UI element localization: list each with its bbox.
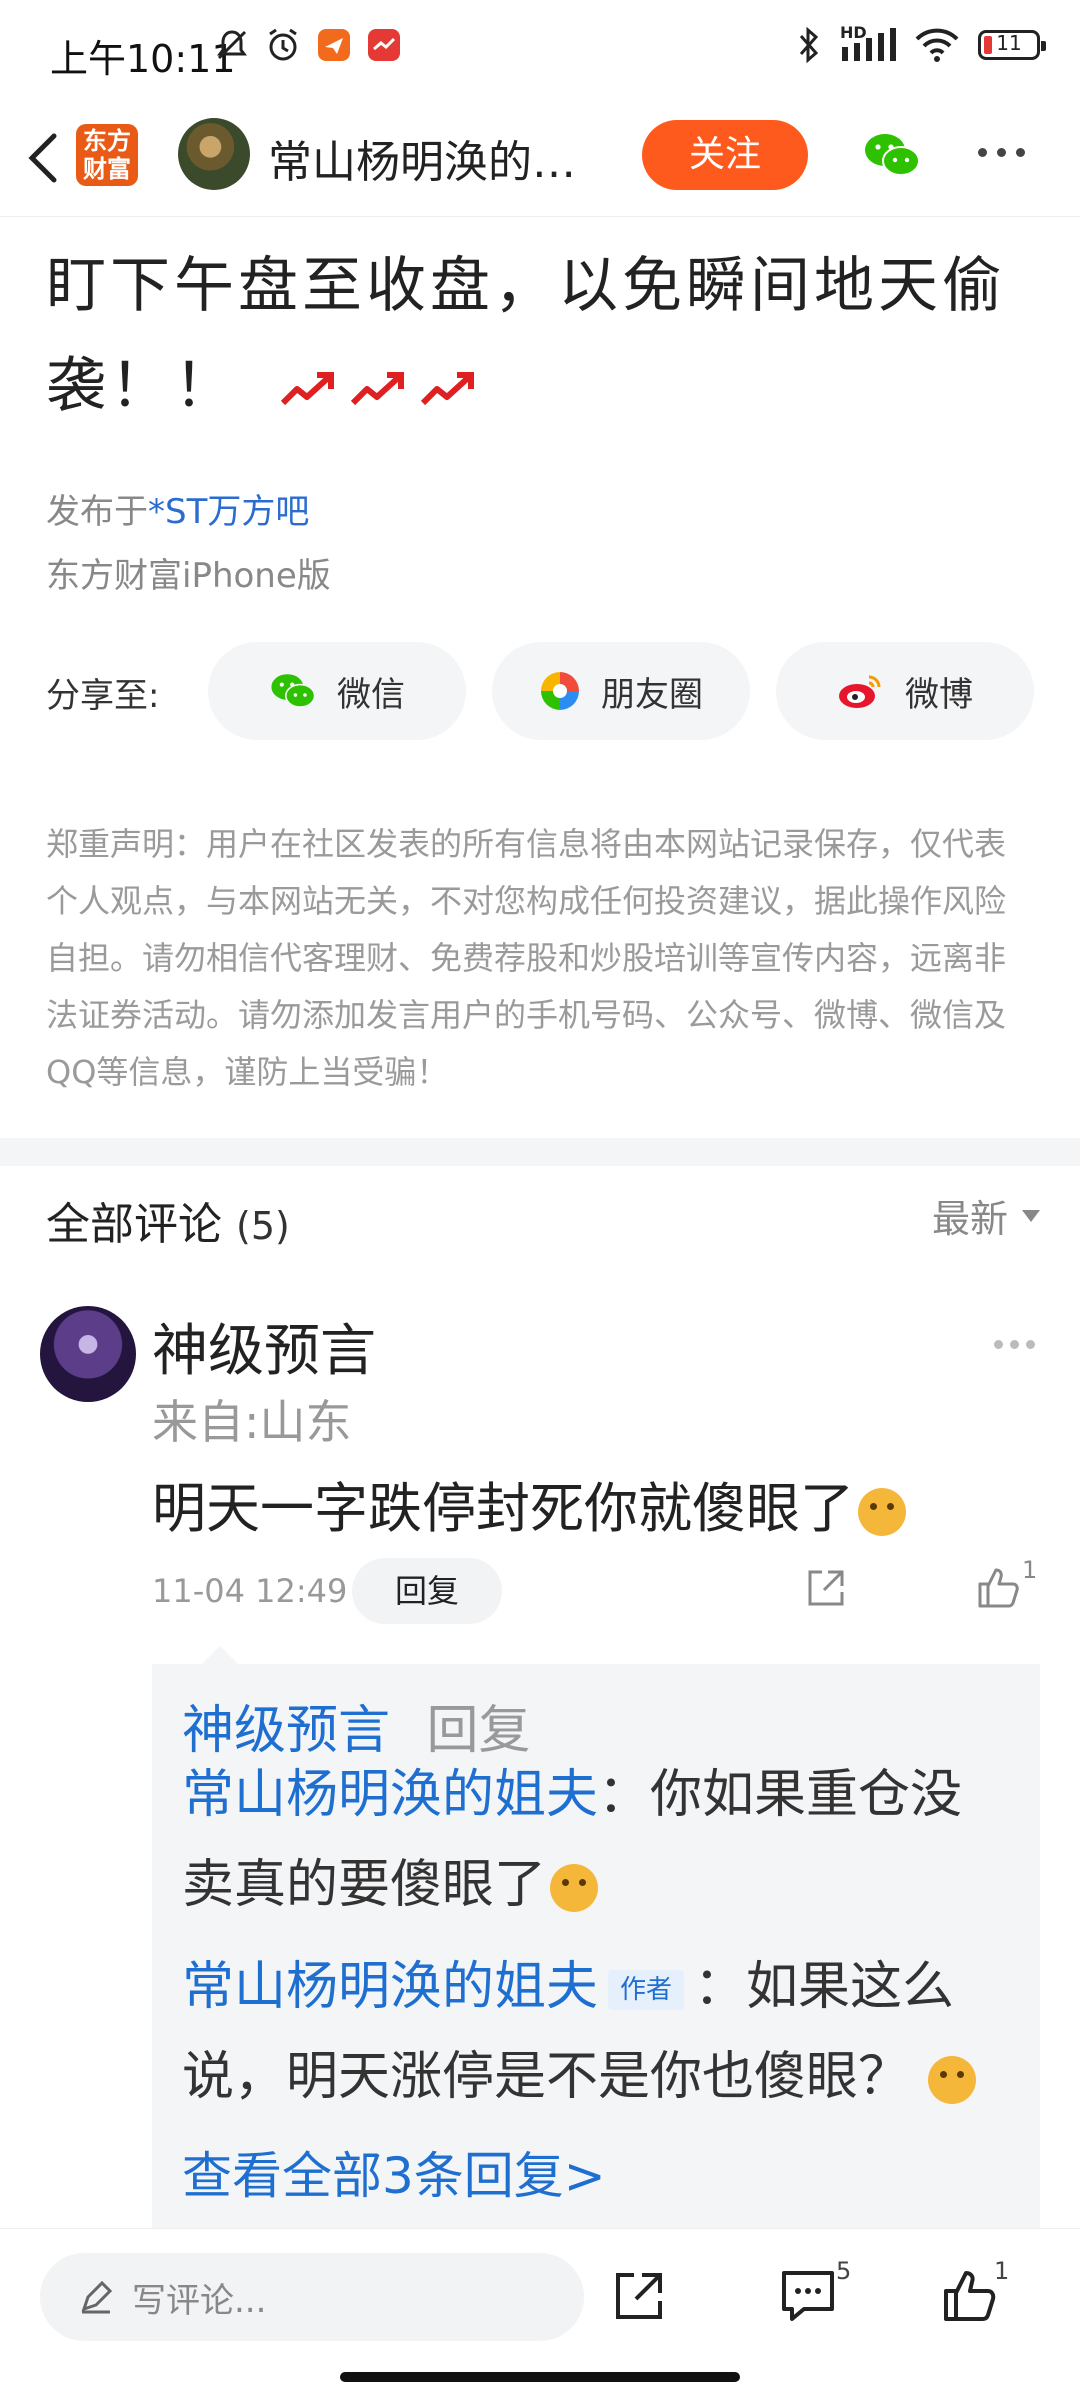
chart-up-arrow-icon xyxy=(280,372,335,406)
comment-text: 明天一字跌停封死你就傻眼了 xyxy=(152,1464,906,1543)
sort-dropdown[interactable]: 最新 xyxy=(932,1188,1040,1243)
bluetooth-icon xyxy=(799,26,819,64)
comment-icon[interactable] xyxy=(778,2265,838,2325)
author-name[interactable]: 常山杨明涣的姐夫 xyxy=(268,126,608,190)
alarm-icon xyxy=(269,28,297,61)
battery-icon: 11 xyxy=(978,30,1046,60)
wechat-icon[interactable] xyxy=(862,130,922,180)
moments-icon xyxy=(541,672,579,710)
share-icon[interactable] xyxy=(804,1566,848,1610)
forum-link[interactable]: *ST万方吧 xyxy=(148,492,309,532)
comment-like-count: 1 xyxy=(1022,1556,1038,1584)
reply-user[interactable]: 常山杨明涣的姐夫 xyxy=(182,1765,598,1825)
chart-up-arrow-icon xyxy=(420,372,475,406)
thumbs-up-icon[interactable] xyxy=(976,1564,1022,1610)
share-wechat-label: 微信 xyxy=(337,674,405,715)
top-nav-bar: 东方财富 常山杨明涣的姐夫 关注 xyxy=(0,100,1080,217)
share-moments-button[interactable]: 朋友圈 xyxy=(492,642,750,740)
status-left-icons xyxy=(214,26,402,64)
article-body: 盯下午盘至收盘，以免瞬间地天偷袭！！ xyxy=(46,251,1006,421)
share-icon[interactable] xyxy=(610,2265,670,2325)
doge-emoji-icon xyxy=(550,1864,599,1912)
back-arrow-icon[interactable] xyxy=(20,126,64,190)
commenter-name[interactable]: 神级预言 xyxy=(152,1306,376,1387)
comment-more-icon[interactable] xyxy=(994,1340,1035,1349)
status-right-icons: HD 11 xyxy=(796,23,1046,64)
more-options-icon[interactable] xyxy=(978,148,1025,157)
comments-count: (5) xyxy=(236,1204,290,1248)
view-all-replies-link[interactable]: 查看全部3条回复> xyxy=(182,2136,606,2208)
sort-label: 最新 xyxy=(931,1197,1008,1241)
reply-item: 常山杨明涣的姐夫 作者 ：如果这么说，明天涨停是不是你也傻眼？ xyxy=(182,1942,1012,2122)
share-weibo-label: 微博 xyxy=(905,674,973,715)
doge-emoji-icon xyxy=(928,2056,977,2104)
comment-input-placeholder: 写评论... xyxy=(132,2280,267,2321)
wechat-icon xyxy=(271,674,316,708)
comment-input[interactable]: 写评论... xyxy=(40,2253,584,2341)
app-logo: 东方财富 xyxy=(76,124,138,186)
comment-reply-button[interactable]: 回复 xyxy=(352,1558,502,1624)
dropdown-triangle-icon xyxy=(1022,1209,1040,1222)
article-text: 盯下午盘至收盘，以免瞬间地天偷袭！！ xyxy=(46,236,1036,436)
mute-bell-icon xyxy=(217,30,247,60)
comments-header: 全部评论 (5) xyxy=(46,1188,290,1252)
wifi-icon xyxy=(915,28,959,62)
commenter-location: 来自:山东 xyxy=(152,1395,352,1449)
comment-time: 11-04 12:49 xyxy=(152,1572,348,1610)
commenter-avatar[interactable] xyxy=(40,1306,136,1402)
reply-user[interactable]: 常山杨明涣的姐夫 xyxy=(182,1957,598,2017)
doge-emoji-icon xyxy=(858,1488,906,1537)
author-avatar[interactable] xyxy=(178,118,250,190)
publish-source: 东方财富iPhone版 xyxy=(46,556,331,596)
comment-body: 明天一字跌停封死你就傻眼了 xyxy=(152,1477,854,1540)
home-indicator xyxy=(340,2372,740,2382)
reply-item: 常山杨明涣的姐夫：你如果重仓没卖真的要傻眼了 xyxy=(182,1765,963,1915)
disclaimer-text: 郑重声明：用户在社区发表的所有信息将由本网站记录保存，仅代表个人观点，与本网站无… xyxy=(46,825,1007,1091)
status-bar: 上午10:11 HD 11 xyxy=(0,0,1080,100)
chart-up-arrow-icon xyxy=(350,372,405,406)
comments-title: 全部评论 xyxy=(46,1199,222,1250)
pencil-icon xyxy=(81,2280,113,2314)
comment-count: 5 xyxy=(836,2257,852,2285)
battery-level: 11 xyxy=(996,31,1022,55)
reply-box-notch xyxy=(202,1646,238,1664)
share-moments-label: 朋友圈 xyxy=(601,674,703,715)
follow-button[interactable]: 关注 xyxy=(642,120,808,190)
app-notification-icon xyxy=(318,29,350,61)
author-tag: 作者 xyxy=(608,1970,685,2010)
like-count: 1 xyxy=(994,2257,1010,2285)
publish-forum: 发布于*ST万方吧 xyxy=(46,484,309,533)
forum-prefix: 发布于 xyxy=(46,492,148,532)
share-weibo-button[interactable]: 微博 xyxy=(776,642,1034,740)
status-time: 上午10:11 xyxy=(50,37,236,81)
logo-text: 东方财富 xyxy=(83,127,131,183)
section-divider xyxy=(0,1138,1080,1166)
thumbs-up-icon[interactable] xyxy=(940,2265,1000,2325)
rising-arrows xyxy=(279,369,477,409)
share-label: 分享至: xyxy=(46,676,160,716)
app-notification-icon-2 xyxy=(368,29,400,61)
signal-icon: HD xyxy=(840,23,896,63)
share-wechat-button[interactable]: 微信 xyxy=(208,642,466,740)
weibo-icon xyxy=(839,675,881,708)
